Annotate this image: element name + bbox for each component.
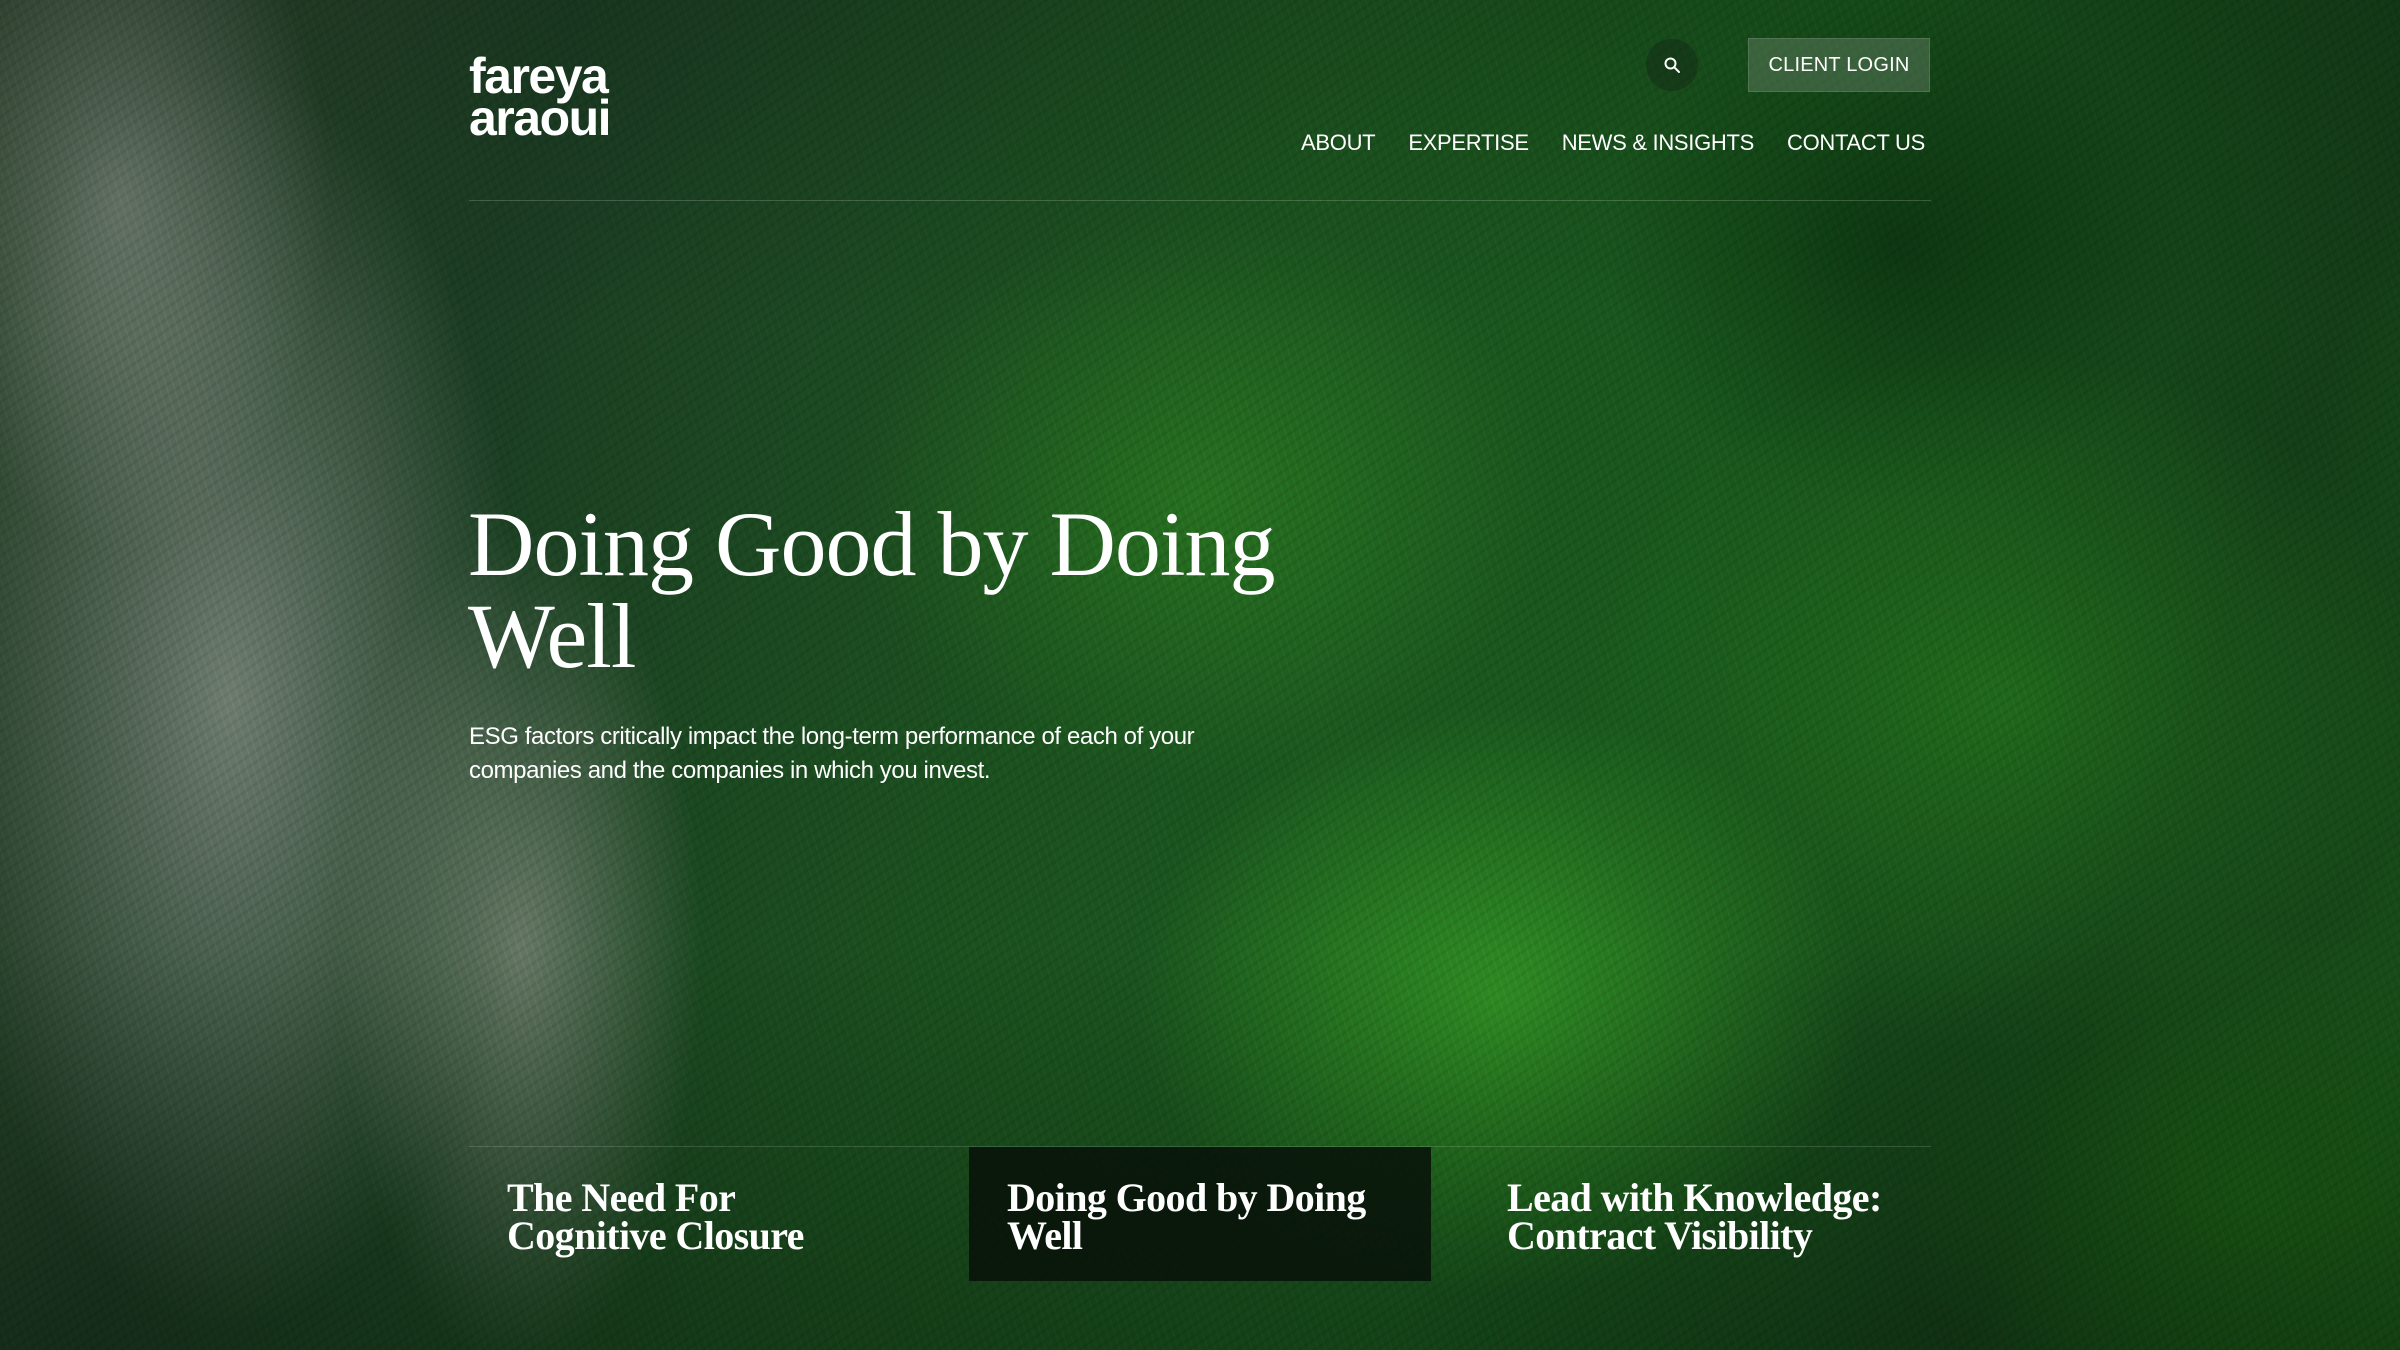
header-divider	[469, 200, 1931, 201]
feature-tab-doing-good[interactable]: Doing Good by Doing Well	[969, 1147, 1431, 1281]
nav-item-news-insights[interactable]: NEWS & INSIGHTS	[1562, 130, 1755, 156]
nav-item-expertise[interactable]: EXPERTISE	[1408, 130, 1529, 156]
search-button[interactable]	[1646, 39, 1698, 91]
feature-title: The Need For Cognitive Closure	[507, 1175, 804, 1258]
feature-tab-contract-visibility[interactable]: Lead with Knowledge: Contract Visibility	[1469, 1147, 1931, 1281]
main-nav: ABOUT EXPERTISE NEWS & INSIGHTS CONTACT …	[1301, 130, 1925, 156]
hero-subtext: ESG factors critically impact the long-t…	[469, 723, 1195, 784]
logo-line-2: araoui	[469, 90, 612, 146]
brand-logo[interactable]: fareya araoui	[469, 51, 612, 146]
feature-title: Doing Good by Doing Well	[1007, 1175, 1366, 1258]
feature-title: Lead with Knowledge: Contract Visibility	[1507, 1175, 1882, 1258]
nav-item-about[interactable]: ABOUT	[1301, 130, 1376, 156]
feature-tab-cognitive-closure[interactable]: The Need For Cognitive Closure	[469, 1147, 931, 1281]
search-icon	[1664, 57, 1680, 73]
hero-section: fareya araoui CLIENT LOGIN ABOUT EXPERTI…	[0, 0, 2400, 1350]
client-login-button[interactable]: CLIENT LOGIN	[1748, 38, 1930, 92]
nav-item-contact-us[interactable]: CONTACT US	[1787, 130, 1925, 156]
hero-headline: Doing Good by Doing Well	[468, 493, 1275, 687]
feature-tabs: The Need For Cognitive Closure Doing Goo…	[469, 1146, 1931, 1281]
